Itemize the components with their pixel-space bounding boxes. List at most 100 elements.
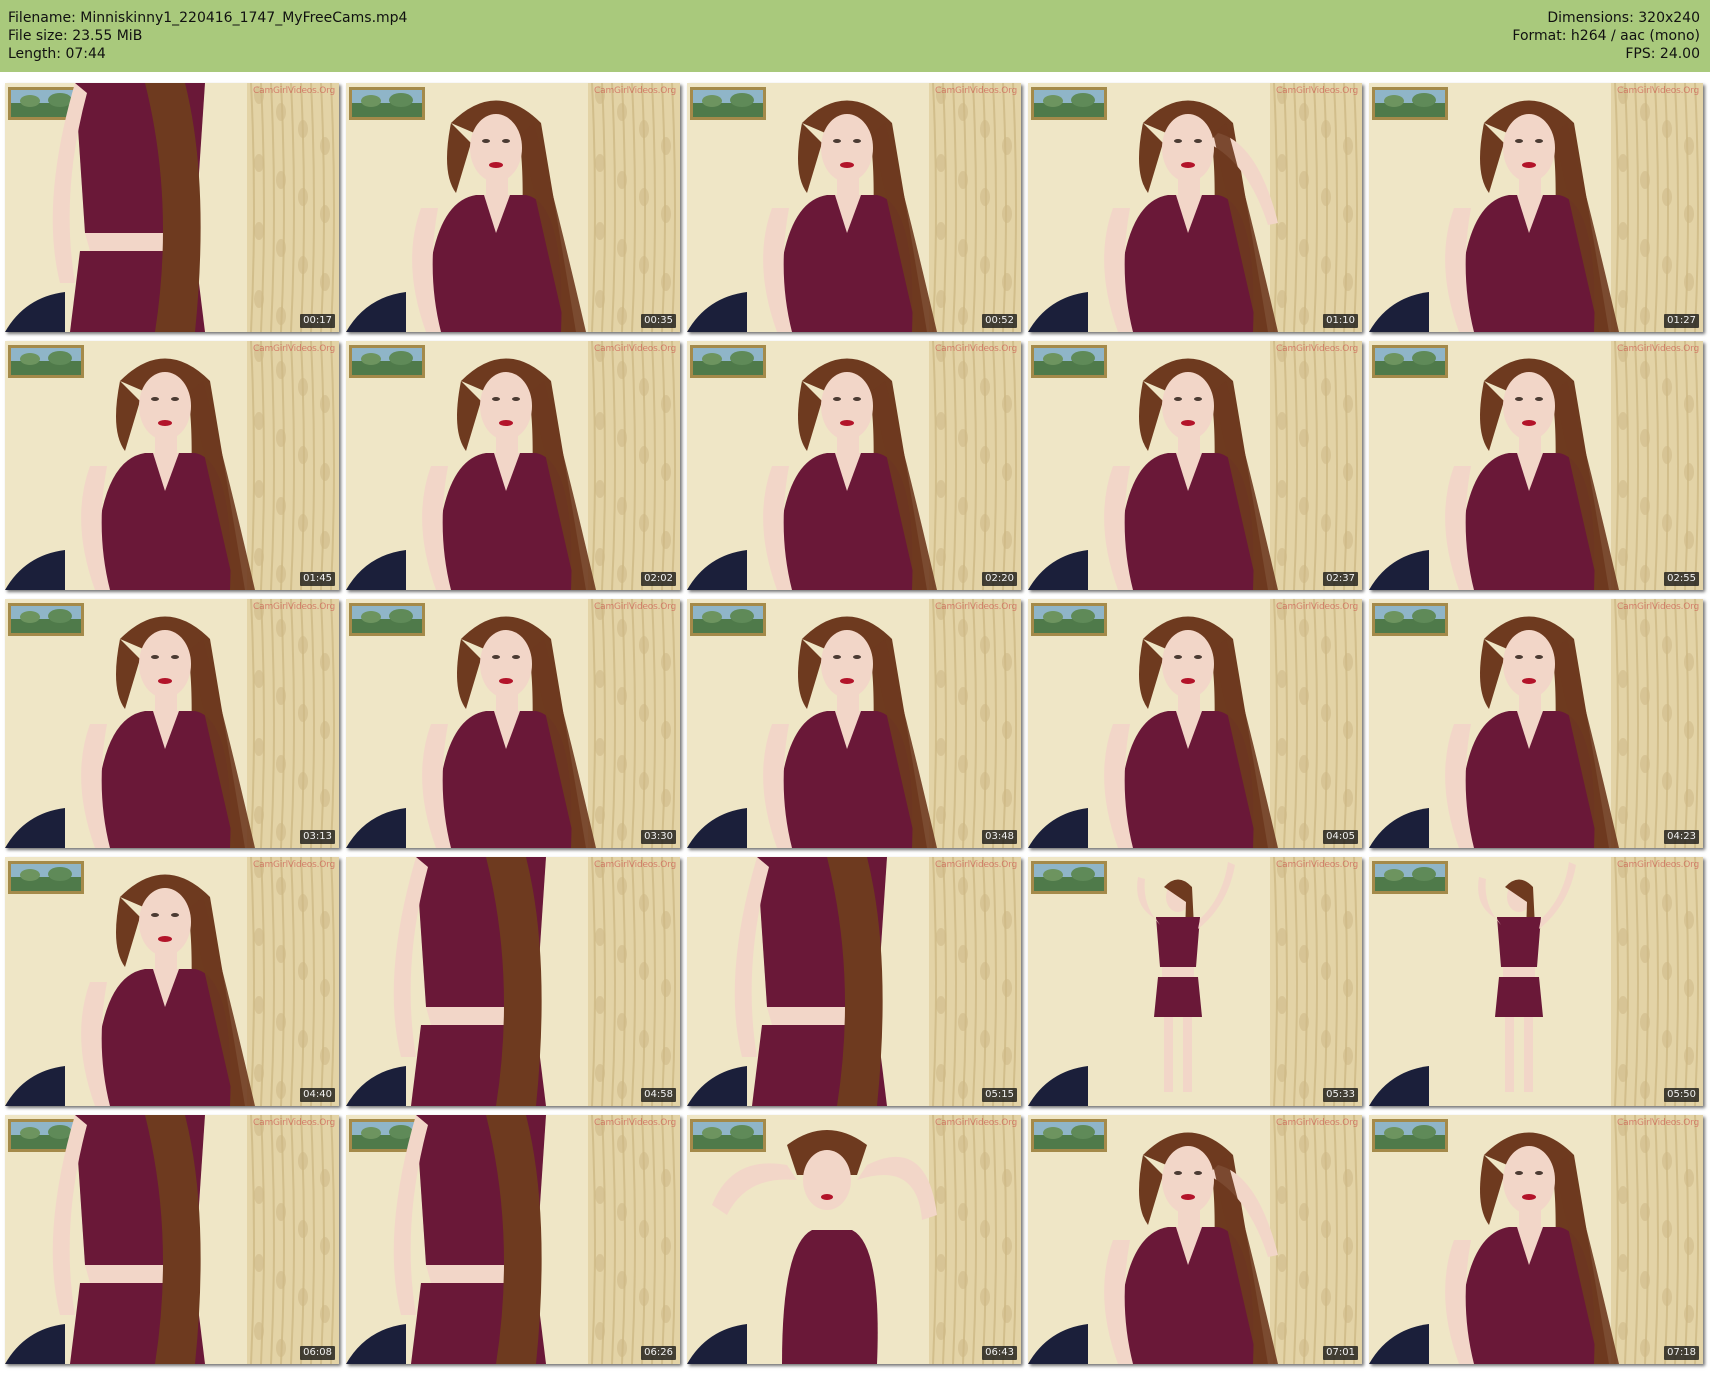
watermark-text: CamGirlVideos.Org (1617, 860, 1699, 870)
frame-image (1028, 341, 1362, 590)
frame-image (1028, 857, 1362, 1106)
thumbnail-frame: CamGirlVideos.Org 02:02 (346, 341, 680, 590)
thumbnail-frame: CamGirlVideos.Org 02:55 (1369, 341, 1703, 590)
timestamp-label: 03:48 (982, 830, 1017, 844)
frame-image (346, 83, 680, 332)
thumbnail-frame: CamGirlVideos.Org 00:52 (687, 83, 1021, 332)
frame-image (5, 599, 339, 848)
thumbnail-frame: CamGirlVideos.Org 05:15 (687, 857, 1021, 1106)
watermark-text: CamGirlVideos.Org (253, 86, 335, 96)
thumbnail-frame: CamGirlVideos.Org 00:17 (5, 83, 339, 332)
timestamp-label: 01:45 (300, 572, 335, 586)
thumbnail-frame: CamGirlVideos.Org 02:37 (1028, 341, 1362, 590)
watermark-text: CamGirlVideos.Org (253, 1118, 335, 1128)
dimensions-text: Dimensions: 320x240 (1547, 10, 1700, 26)
timestamp-label: 04:23 (1664, 830, 1699, 844)
timestamp-label: 00:17 (300, 314, 335, 328)
frame-image (5, 857, 339, 1106)
watermark-text: CamGirlVideos.Org (1617, 86, 1699, 96)
frame-image (346, 341, 680, 590)
frame-image (5, 83, 339, 332)
thumbnail-frame: CamGirlVideos.Org 07:18 (1369, 1115, 1703, 1364)
info-right: Dimensions: 320x240 Format: h264 / aac (… (1512, 9, 1700, 63)
watermark-text: CamGirlVideos.Org (1617, 602, 1699, 612)
frame-image (1369, 1115, 1703, 1364)
thumbnail-frame: CamGirlVideos.Org 06:08 (5, 1115, 339, 1364)
frame-image (1028, 1115, 1362, 1364)
thumbnail-frame: CamGirlVideos.Org 06:26 (346, 1115, 680, 1364)
info-header: Filename: Minniskinny1_220416_1747_MyFre… (0, 0, 1710, 72)
timestamp-label: 04:40 (300, 1088, 335, 1102)
timestamp-label: 02:02 (641, 572, 676, 586)
watermark-text: CamGirlVideos.Org (594, 344, 676, 354)
timestamp-label: 02:55 (1664, 572, 1699, 586)
timestamp-label: 02:37 (1323, 572, 1358, 586)
thumbnail-frame: CamGirlVideos.Org 04:05 (1028, 599, 1362, 848)
timestamp-label: 02:20 (982, 572, 1017, 586)
watermark-text: CamGirlVideos.Org (1276, 86, 1358, 96)
timestamp-label: 01:27 (1664, 314, 1699, 328)
timestamp-label: 05:15 (982, 1088, 1017, 1102)
frame-image (346, 599, 680, 848)
timestamp-label: 00:35 (641, 314, 676, 328)
watermark-text: CamGirlVideos.Org (253, 344, 335, 354)
timestamp-label: 00:52 (982, 314, 1017, 328)
frame-image (1369, 857, 1703, 1106)
watermark-text: CamGirlVideos.Org (594, 602, 676, 612)
timestamp-label: 03:13 (300, 830, 335, 844)
watermark-text: CamGirlVideos.Org (1617, 1118, 1699, 1128)
thumbnail-frame: CamGirlVideos.Org 01:27 (1369, 83, 1703, 332)
watermark-text: CamGirlVideos.Org (935, 602, 1017, 612)
thumbnail-frame: CamGirlVideos.Org 02:20 (687, 341, 1021, 590)
watermark-text: CamGirlVideos.Org (1276, 860, 1358, 870)
thumbnail-frame: CamGirlVideos.Org 00:35 (346, 83, 680, 332)
timestamp-label: 05:50 (1664, 1088, 1699, 1102)
frame-image (1028, 599, 1362, 848)
frame-image (346, 857, 680, 1106)
timestamp-label: 05:33 (1323, 1088, 1358, 1102)
timestamp-label: 03:30 (641, 830, 676, 844)
frame-image (5, 1115, 339, 1364)
timestamp-label: 07:01 (1323, 1346, 1358, 1360)
watermark-text: CamGirlVideos.Org (594, 1118, 676, 1128)
thumbnail-frame: CamGirlVideos.Org 05:50 (1369, 857, 1703, 1106)
watermark-text: CamGirlVideos.Org (594, 860, 676, 870)
thumbnail-frame: CamGirlVideos.Org 05:33 (1028, 857, 1362, 1106)
format-text: Format: h264 / aac (mono) (1512, 28, 1700, 44)
watermark-text: CamGirlVideos.Org (1276, 344, 1358, 354)
watermark-text: CamGirlVideos.Org (253, 860, 335, 870)
frame-image (5, 341, 339, 590)
thumbnail-frame: CamGirlVideos.Org 07:01 (1028, 1115, 1362, 1364)
frame-image (1028, 83, 1362, 332)
thumbnail-grid: CamGirlVideos.Org 00:17 CamGirlVideos.Org 0… (5, 83, 1705, 1365)
watermark-text: CamGirlVideos.Org (935, 86, 1017, 96)
timestamp-label: 04:05 (1323, 830, 1358, 844)
filename-text: Filename: Minniskinny1_220416_1747_MyFre… (8, 10, 408, 26)
thumbnail-frame: CamGirlVideos.Org 06:43 (687, 1115, 1021, 1364)
watermark-text: CamGirlVideos.Org (935, 860, 1017, 870)
frame-image (687, 857, 1021, 1106)
thumbnail-frame: CamGirlVideos.Org 01:45 (5, 341, 339, 590)
fps-text: FPS: 24.00 (1625, 46, 1700, 62)
frame-image (346, 1115, 680, 1364)
timestamp-label: 04:58 (641, 1088, 676, 1102)
thumbnail-frame: CamGirlVideos.Org 01:10 (1028, 83, 1362, 332)
timestamp-label: 06:26 (641, 1346, 676, 1360)
frame-image (687, 341, 1021, 590)
thumbnail-frame: CamGirlVideos.Org 03:48 (687, 599, 1021, 848)
info-left: Filename: Minniskinny1_220416_1747_MyFre… (8, 9, 407, 63)
watermark-text: CamGirlVideos.Org (253, 602, 335, 612)
watermark-text: CamGirlVideos.Org (594, 86, 676, 96)
length-text: Length: 07:44 (8, 46, 106, 62)
filesize-text: File size: 23.55 MiB (8, 28, 143, 44)
timestamp-label: 07:18 (1664, 1346, 1699, 1360)
watermark-text: CamGirlVideos.Org (1276, 1118, 1358, 1128)
thumbnail-frame: CamGirlVideos.Org 03:30 (346, 599, 680, 848)
thumbnail-frame: CamGirlVideos.Org 04:23 (1369, 599, 1703, 848)
watermark-text: CamGirlVideos.Org (935, 1118, 1017, 1128)
frame-image (687, 1115, 1021, 1364)
watermark-text: CamGirlVideos.Org (935, 344, 1017, 354)
watermark-text: CamGirlVideos.Org (1617, 344, 1699, 354)
frame-image (1369, 599, 1703, 848)
timestamp-label: 06:08 (300, 1346, 335, 1360)
